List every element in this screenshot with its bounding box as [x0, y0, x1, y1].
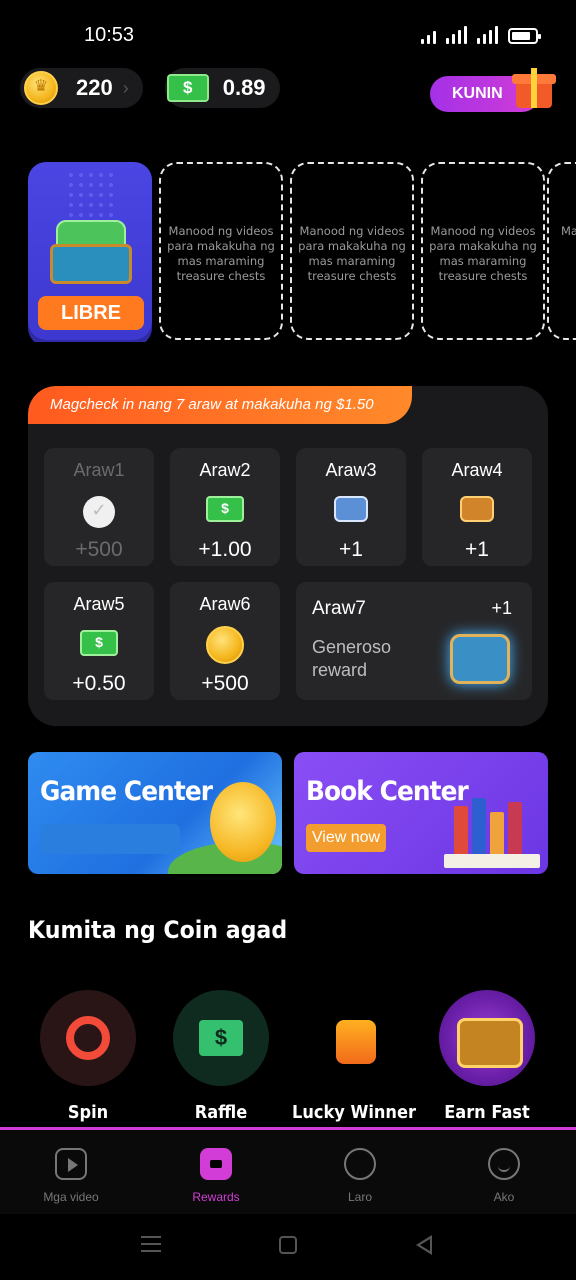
- earn-fast-label: Earn Fast: [444, 1102, 530, 1123]
- spin-item[interactable]: Spin: [38, 990, 138, 1123]
- checkin-day-6[interactable]: Araw6 +500: [170, 582, 280, 700]
- view-now-button[interactable]: View now: [306, 824, 386, 852]
- day-label: Araw2: [199, 460, 251, 480]
- day-amount: +1: [491, 598, 512, 618]
- system-nav-bar: [0, 1214, 576, 1280]
- empty-chest-slot-partial[interactable]: Ma: [547, 162, 576, 340]
- game-center-banner[interactable]: Game Center: [28, 752, 282, 874]
- checkin-day-2[interactable]: Araw2 +1.00: [170, 448, 280, 566]
- signal-icon-2: [477, 26, 498, 44]
- nav-games[interactable]: Laro: [305, 1148, 415, 1204]
- raffle-item[interactable]: Raffle: [171, 990, 271, 1123]
- lucky-winner-item[interactable]: Lucky Winner: [292, 990, 416, 1123]
- game-center-title: Game Center: [40, 776, 213, 807]
- empty-chest-slot[interactable]: Manood ng videos para makakuha ng mas ma…: [159, 162, 283, 340]
- empty-chest-slot[interactable]: Manood ng videos para makakuha ng mas ma…: [421, 162, 545, 340]
- empty-slot-text: Manood ng videos para makakuha ng mas ma…: [167, 224, 275, 283]
- treasure-icon: [439, 990, 535, 1086]
- cash-icon: [80, 630, 118, 656]
- ticket-icon: [173, 990, 269, 1086]
- empty-slot-text: Ma: [561, 224, 576, 238]
- coin-icon: [206, 626, 244, 664]
- status-bar: 10:53: [0, 0, 576, 70]
- checkin-day-4[interactable]: Araw4 +1: [422, 448, 532, 566]
- books-icon: [444, 792, 540, 868]
- earn-section-title: Kumita ng Coin agad: [28, 916, 288, 944]
- cash-icon: [206, 496, 244, 522]
- bottom-nav: Mga video Rewards Laro Ako: [0, 1130, 576, 1214]
- lucky-box-icon: [306, 990, 402, 1086]
- nav-label: Ako: [493, 1190, 515, 1204]
- book-center-title: Book Center: [306, 776, 469, 807]
- cash-balance[interactable]: 0.89: [164, 68, 280, 108]
- game-icon: [344, 1148, 376, 1180]
- spin-label: Spin: [67, 1102, 109, 1123]
- check-icon: [83, 496, 115, 528]
- nav-rewards[interactable]: Rewards: [161, 1148, 271, 1204]
- gold-chest-icon: [460, 496, 494, 522]
- home-icon[interactable]: [279, 1236, 297, 1254]
- nav-label: Rewards: [192, 1190, 240, 1204]
- coin-icon: [24, 71, 58, 105]
- gift-icon[interactable]: [512, 66, 558, 110]
- day-amount: +1.00: [198, 538, 252, 561]
- back-icon[interactable]: [416, 1235, 432, 1255]
- empty-chest-slot[interactable]: Manood ng videos para makakuha ng mas ma…: [290, 162, 414, 340]
- nav-label: Laro: [347, 1190, 373, 1204]
- rewards-icon: [200, 1148, 232, 1180]
- chevron-right-icon: ›: [122, 77, 129, 98]
- nav-me[interactable]: Ako: [449, 1148, 559, 1204]
- blue-chest-icon: [334, 496, 368, 522]
- day-label: Araw6: [199, 594, 251, 614]
- coin-character-icon: [210, 782, 276, 862]
- day7-description: Generoso reward: [312, 637, 392, 680]
- cash-balance-value: 0.89: [222, 75, 266, 100]
- day-amount: +1: [465, 538, 489, 561]
- checkin-day-3[interactable]: Araw3 +1: [296, 448, 406, 566]
- cash-icon: [166, 74, 209, 102]
- raffle-label: Raffle: [194, 1102, 248, 1123]
- day-label: Araw4: [451, 460, 503, 480]
- recent-apps-icon[interactable]: [141, 1236, 161, 1252]
- empty-slot-text: Manood ng videos para makakuha ng mas ma…: [429, 224, 537, 283]
- game-thumbnails: [40, 824, 180, 854]
- checkin-day-5[interactable]: Araw5 +0.50: [44, 582, 154, 700]
- libre-button[interactable]: LIBRE: [38, 296, 144, 330]
- roulette-icon: [40, 990, 136, 1086]
- treasure-chest-icon: [50, 220, 132, 284]
- empty-slot-text: Manood ng videos para makakuha ng mas ma…: [298, 224, 406, 283]
- treasure-chest-row: LIBRE Manood ng videos para makakuha ng …: [28, 160, 576, 342]
- balance-row: 220 › 0.89: [20, 68, 280, 108]
- treasure-chest-icon: [450, 634, 510, 684]
- status-icons: [421, 26, 541, 44]
- day-label: Araw1: [73, 460, 125, 480]
- day-label: Araw7: [312, 598, 366, 619]
- battery-icon: [508, 28, 541, 44]
- profile-icon: [488, 1148, 520, 1180]
- checkin-card: Magcheck in nang 7 araw at makakuha ng $…: [28, 386, 548, 726]
- video-icon: [55, 1148, 87, 1180]
- coin-balance[interactable]: 220 ›: [20, 68, 143, 108]
- signal-icon: [446, 26, 467, 44]
- day-amount: +0.50: [72, 672, 126, 695]
- book-center-banner[interactable]: Book Center View now: [294, 752, 548, 874]
- day-amount: +500: [201, 672, 249, 695]
- checkin-day-7[interactable]: Araw7 +1 Generoso reward: [296, 582, 532, 700]
- coin-balance-value: 220: [76, 75, 113, 100]
- day-label: Araw5: [73, 594, 125, 614]
- nav-videos[interactable]: Mga video: [16, 1148, 126, 1204]
- day-amount: +1: [339, 538, 363, 561]
- nav-label: Mga video: [43, 1190, 99, 1204]
- lucky-winner-label: Lucky Winner: [292, 1102, 416, 1123]
- earn-fast-item[interactable]: Earn Fast: [437, 990, 537, 1123]
- wifi-icon: [421, 26, 436, 44]
- status-time: 10:53: [84, 24, 135, 46]
- free-chest-card[interactable]: LIBRE: [28, 162, 152, 340]
- day-label: Araw3: [325, 460, 377, 480]
- checkin-day-1[interactable]: Araw1 +500: [44, 448, 154, 566]
- day-amount: +500: [75, 538, 123, 561]
- checkin-banner: Magcheck in nang 7 araw at makakuha ng $…: [28, 386, 412, 424]
